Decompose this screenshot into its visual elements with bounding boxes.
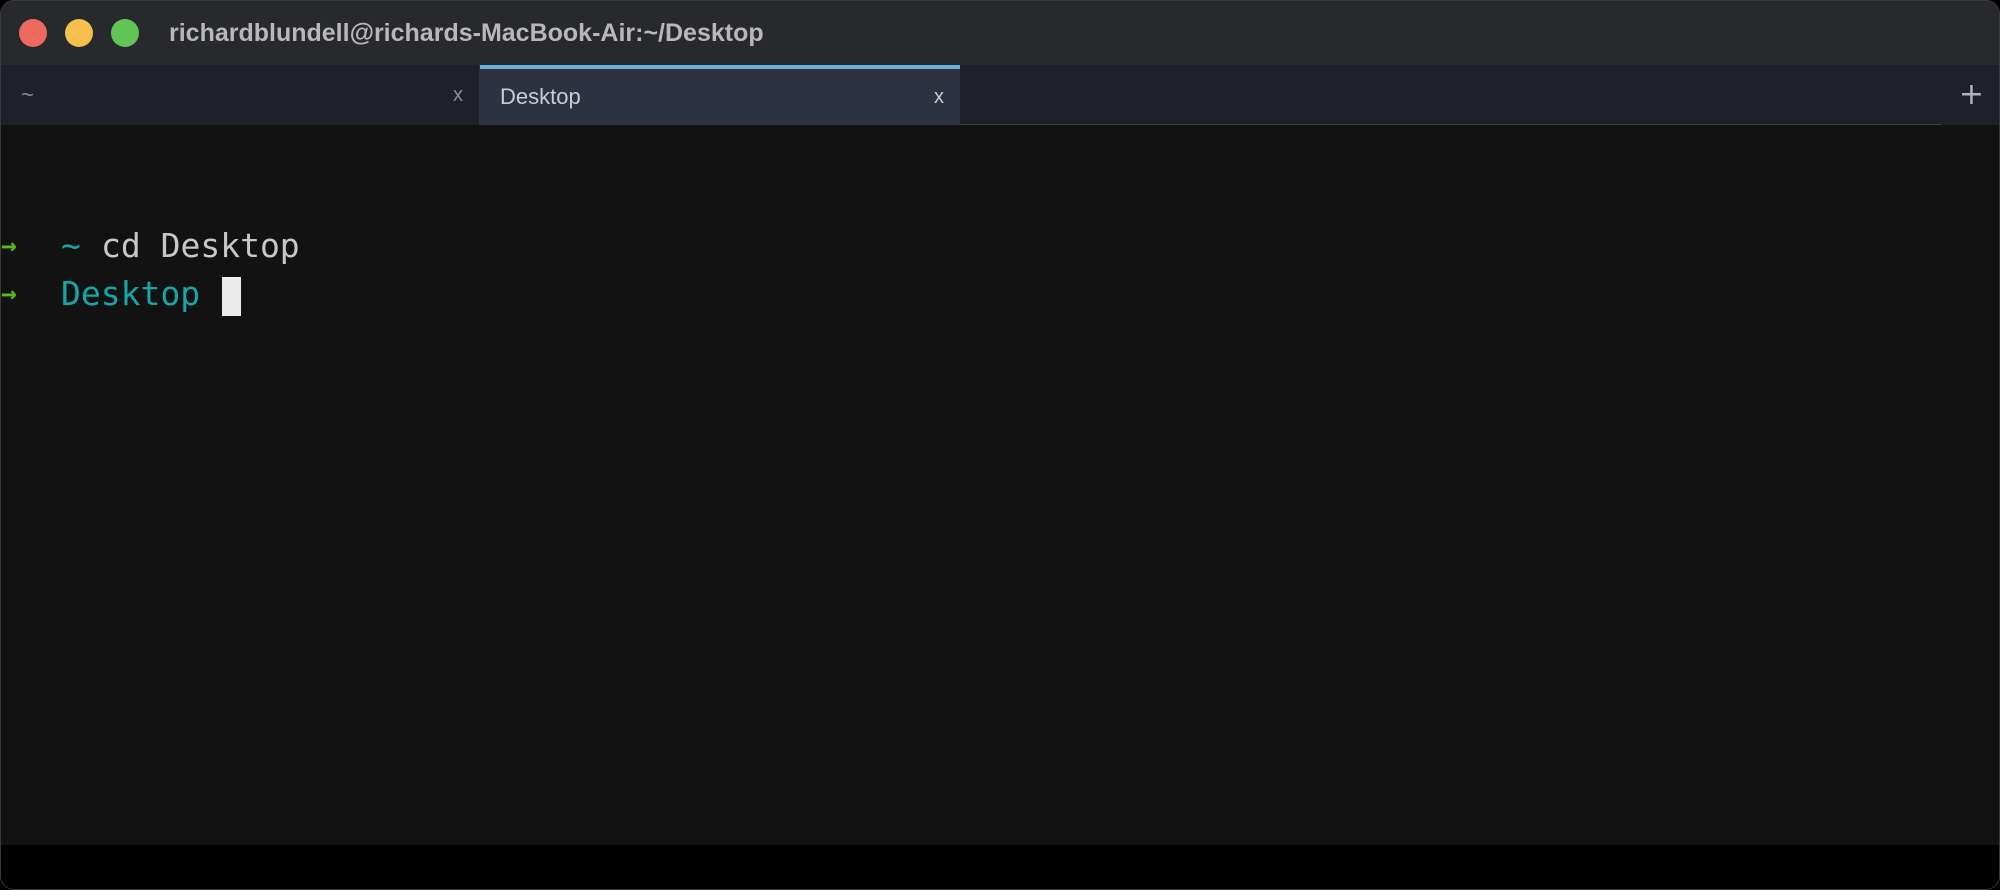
tab-label: ~ <box>21 82 34 107</box>
text-cursor <box>222 277 241 316</box>
tab-label: Desktop <box>500 84 581 109</box>
bottom-strip <box>1 845 1999 889</box>
new-tab-button[interactable]: + <box>1942 65 1999 125</box>
prompt-directory: ~ <box>61 226 81 265</box>
close-window-button[interactable] <box>19 19 47 47</box>
title-bar[interactable]: richardblundell@richards-MacBook-Air:~/D… <box>1 1 1999 65</box>
tab-home[interactable]: ~ x <box>1 65 479 125</box>
prompt-arrow-icon: → <box>1 231 17 261</box>
window-title: richardblundell@richards-MacBook-Air:~/D… <box>169 19 764 47</box>
terminal-line: → Desktop <box>1 271 241 317</box>
terminal-line: → ~ cd Desktop <box>1 223 300 269</box>
tab-close-button[interactable]: x <box>934 69 944 125</box>
minimize-window-button[interactable] <box>65 19 93 47</box>
prompt-directory: Desktop <box>61 274 201 313</box>
tab-desktop[interactable]: Desktop x <box>480 65 960 125</box>
terminal-window: richardblundell@richards-MacBook-Air:~/D… <box>0 0 2000 890</box>
maximize-window-button[interactable] <box>111 19 139 47</box>
prompt-arrow-icon: → <box>1 279 17 309</box>
tab-close-button[interactable]: x <box>453 65 463 125</box>
tab-bar-empty-area[interactable] <box>960 65 1941 125</box>
terminal-output[interactable]: → ~ cd Desktop → Desktop <box>1 125 1999 845</box>
command-text: cd Desktop <box>101 226 300 265</box>
tab-bar: ~ x Desktop x + <box>1 65 1999 125</box>
